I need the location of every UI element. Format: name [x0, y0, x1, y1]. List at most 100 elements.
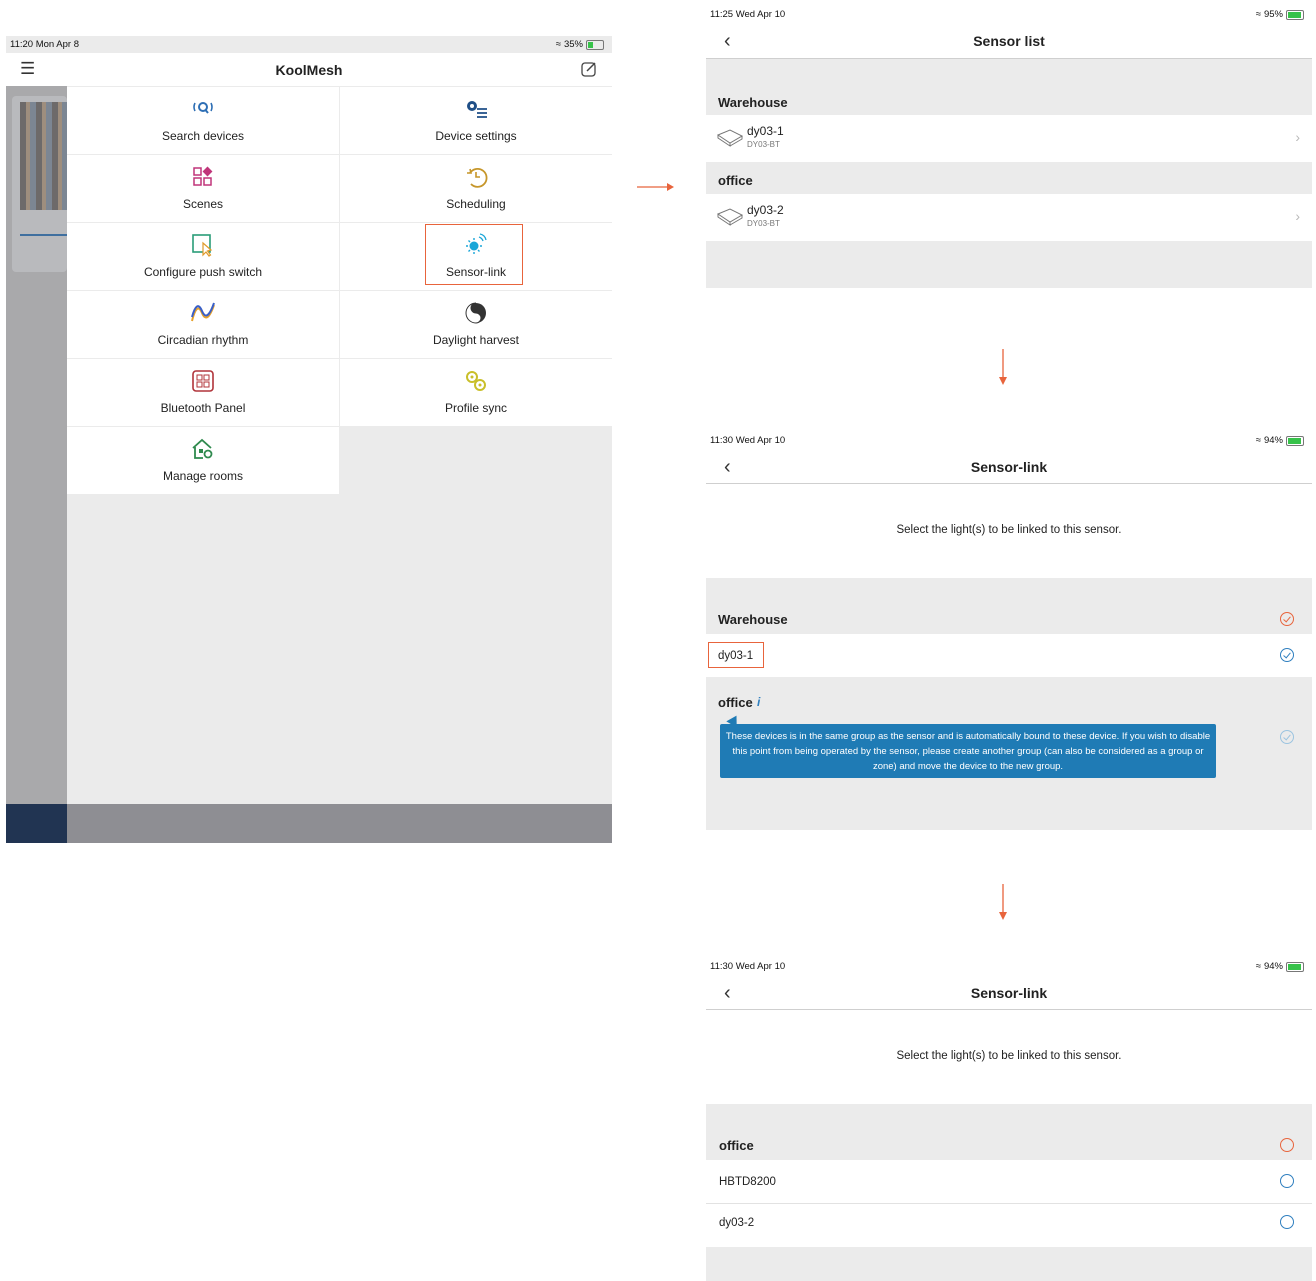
group-header: Warehouse: [718, 95, 788, 110]
select-circle[interactable]: [1280, 1174, 1294, 1188]
sensor-device-icon: [715, 206, 745, 231]
device-settings-tile[interactable]: Device settings: [340, 87, 612, 154]
status-bar: 11:25 Wed Apr 10 ≈95%: [710, 9, 1308, 23]
wifi-icon: ≈: [1255, 435, 1261, 446]
list-item[interactable]: dy03-2 DY03-BT ›: [706, 194, 1312, 241]
chevron-right-icon: ›: [1295, 208, 1300, 224]
sync-gears-icon: [463, 369, 489, 393]
progress-line: [20, 234, 67, 236]
status-time: 11:20 Mon Apr 8: [10, 39, 80, 50]
panel-icon: [190, 369, 216, 393]
group-check-icon[interactable]: [1280, 612, 1294, 626]
group-select-circle[interactable]: [1280, 1138, 1294, 1152]
scenes-tile[interactable]: Scenes: [67, 155, 339, 222]
instruction-text: Select the light(s) to be linked to this…: [896, 1050, 1122, 1062]
status-bar: 11:30 Wed Apr 10 ≈94%: [710, 961, 1308, 975]
battery-icon: [1286, 435, 1304, 446]
select-circle[interactable]: [1280, 1215, 1294, 1229]
battery-icon: [1286, 961, 1304, 972]
scenes-label: Scenes: [182, 197, 224, 211]
device-name: dy03-2: [747, 203, 784, 217]
scheduling-tile[interactable]: Scheduling: [340, 155, 612, 222]
list-item[interactable]: dy03-1: [706, 634, 1312, 677]
clock-icon: [463, 165, 489, 189]
page-title: Sensor-link: [970, 985, 1048, 1001]
sensor-link-screen-2: 11:30 Wed Apr 10 ≈94% ‹ Sensor-link Sele…: [706, 958, 1312, 1281]
house-gear-icon: [190, 437, 216, 461]
bottom-bar: [6, 804, 612, 843]
group-header: office: [719, 1138, 754, 1153]
battery-percent: 35%: [563, 39, 583, 50]
battery-percent: 94%: [1263, 961, 1283, 972]
device-model: DY03-BT: [747, 219, 780, 228]
flow-arrow-down: [997, 883, 1009, 928]
flow-arrow-down: [997, 348, 1009, 393]
wifi-icon: ≈: [555, 39, 561, 50]
manage-rooms-label: Manage rooms: [162, 469, 244, 483]
app-title: KoolMesh: [275, 62, 343, 78]
light-name: dy03-2: [719, 1217, 755, 1229]
configure-push-switch-label: Configure push switch: [143, 265, 263, 279]
list-item[interactable]: HBTD8200: [706, 1160, 1312, 1203]
group-header: office: [718, 173, 753, 188]
status-time: 11:30 Wed Apr 10: [710, 435, 786, 446]
flow-arrow-right: [636, 180, 676, 198]
instruction-text: Select the light(s) to be linked to this…: [896, 524, 1122, 536]
scheduling-label: Scheduling: [446, 197, 506, 211]
circadian-wave-icon: [190, 301, 216, 325]
group-header: office: [718, 695, 753, 710]
info-icon[interactable]: i: [757, 695, 760, 709]
sensor-list-screen: 11:25 Wed Apr 10 ≈95% ‹ Sensor list Ware…: [706, 6, 1312, 288]
profile-sync-tile[interactable]: Profile sync: [340, 359, 612, 426]
push-switch-icon: [190, 233, 216, 257]
nav-bar: ☰ KoolMesh: [6, 53, 612, 86]
profile-sync-label: Profile sync: [444, 401, 508, 415]
page-title: Sensor list: [973, 33, 1045, 49]
device-name: dy03-1: [747, 124, 784, 138]
search-signal-icon: [190, 97, 216, 121]
status-bar: 11:20 Mon Apr 8 ≈35%: [10, 39, 608, 53]
page-title: Sensor-link: [970, 459, 1048, 475]
sensor-link-highlight-box: [425, 224, 523, 285]
list-item[interactable]: dy03-2: [706, 1204, 1312, 1247]
circadian-rhythm-label: Circadian rhythm: [157, 333, 249, 347]
light-name-highlight-box: [708, 642, 764, 668]
check-icon[interactable]: [1280, 730, 1294, 744]
battery-percent: 95%: [1263, 9, 1283, 20]
main-screen: 11:20 Mon Apr 8 ≈35% ☰ KoolMesh Search d…: [6, 36, 612, 843]
battery-icon: [1286, 9, 1304, 20]
wifi-icon: ≈: [1255, 961, 1261, 972]
light-name: HBTD8200: [719, 1176, 776, 1188]
check-icon[interactable]: [1280, 648, 1294, 662]
daylight-harvest-label: Daylight harvest: [432, 333, 520, 347]
edit-icon[interactable]: [580, 60, 598, 83]
sensor-device-icon: [715, 127, 745, 152]
wifi-icon: ≈: [1255, 9, 1261, 20]
device-model: DY03-BT: [747, 140, 780, 149]
bottom-bar-side: [6, 804, 67, 843]
info-tooltip: These devices is in the same group as th…: [720, 724, 1216, 778]
device-settings-label: Device settings: [435, 129, 517, 143]
bluetooth-panel-label: Bluetooth Panel: [160, 401, 246, 415]
manage-rooms-tile[interactable]: Manage rooms: [67, 427, 339, 494]
search-devices-label: Search devices: [161, 129, 245, 143]
battery-icon: [586, 39, 604, 50]
scenes-icon: [190, 165, 216, 189]
yin-yang-icon: [463, 301, 489, 325]
gear-list-icon: [463, 97, 489, 121]
status-time: 11:25 Wed Apr 10: [710, 9, 786, 20]
configure-push-switch-tile[interactable]: Configure push switch: [67, 223, 339, 290]
status-bar: 11:30 Wed Apr 10 ≈94%: [710, 435, 1308, 449]
status-time: 11:30 Wed Apr 10: [710, 961, 786, 972]
bluetooth-panel-tile[interactable]: Bluetooth Panel: [67, 359, 339, 426]
project-card[interactable]: [12, 96, 67, 272]
group-header: Warehouse: [718, 612, 788, 627]
battery-percent: 94%: [1263, 435, 1283, 446]
daylight-harvest-tile[interactable]: Daylight harvest: [340, 291, 612, 358]
warehouse-thumbnail: [20, 102, 67, 210]
chevron-right-icon: ›: [1295, 129, 1300, 145]
sensor-link-screen-1: 11:30 Wed Apr 10 ≈94% ‹ Sensor-link Sele…: [706, 432, 1312, 830]
list-item[interactable]: dy03-1 DY03-BT ›: [706, 115, 1312, 162]
circadian-rhythm-tile[interactable]: Circadian rhythm: [67, 291, 339, 358]
search-devices-tile[interactable]: Search devices: [67, 87, 339, 154]
